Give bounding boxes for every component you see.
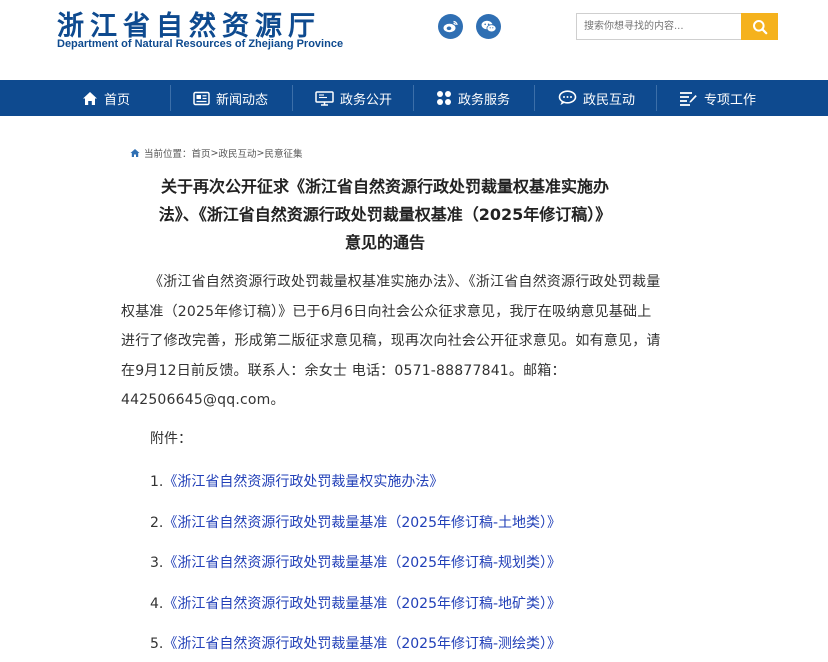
- search-icon: [752, 19, 767, 34]
- attachment-label: 附件：: [150, 431, 192, 447]
- nav-divider: [534, 85, 535, 111]
- attachment-number: 5.: [150, 636, 164, 652]
- nav-item-gov-affairs[interactable]: 政务公开: [315, 80, 392, 116]
- attachment-number: 2.: [150, 515, 164, 531]
- nav-item-label: 新闻动态: [216, 92, 269, 108]
- attachment-link[interactable]: 《浙江省自然资源行政处罚裁量基准（2025年修订稿-土地类）》: [163, 515, 561, 531]
- attachment-item: 4.《浙江省自然资源行政处罚裁量基准（2025年修订稿-地矿类）》: [150, 593, 561, 613]
- breadcrumb-link-opinion[interactable]: 民意征集: [264, 146, 302, 160]
- nav-divider: [656, 85, 657, 111]
- article-title-line: 法》、《浙江省自然资源行政处罚裁量权基准（2025年修订稿）》: [158, 205, 612, 224]
- article-title: 关于再次公开征求《浙江省自然资源行政处罚裁量权基准实施办 法》、《浙江省自然资源…: [110, 173, 660, 257]
- breadcrumb-link-interaction[interactable]: 政民互动: [219, 146, 257, 160]
- nav-divider: [170, 85, 171, 111]
- nav-item-label: 专项工作: [704, 92, 757, 108]
- search-input[interactable]: [576, 13, 742, 40]
- article-title-line: 关于再次公开征求《浙江省自然资源行政处罚裁量权基准实施办: [160, 177, 609, 196]
- nav-item-label: 首页: [104, 92, 131, 108]
- grid-icon: [436, 90, 452, 106]
- attachment-item: 2.《浙江省自然资源行政处罚裁量基准（2025年修订稿-土地类）》: [150, 512, 561, 532]
- nav-divider: [413, 85, 414, 111]
- attachment-link[interactable]: 《浙江省自然资源行政处罚裁量基准（2025年修订稿-地矿类）》: [163, 596, 561, 612]
- attachment-item: 5.《浙江省自然资源行政处罚裁量基准（2025年修订稿-测绘类）》: [150, 633, 561, 653]
- nav-item-news[interactable]: 新闻动态: [193, 80, 268, 116]
- nav-item-interaction[interactable]: 政民互动: [558, 80, 635, 116]
- nav-item-label: 政务服务: [458, 92, 511, 108]
- nav-item-special-work[interactable]: 专项工作: [679, 80, 756, 116]
- wechat-icon[interactable]: [476, 14, 501, 39]
- nav-divider: [292, 85, 293, 111]
- breadcrumb: 当前位置： 首页 > 政民互动 > 民意征集: [130, 146, 303, 160]
- attachment-item: 1.《浙江省自然资源行政处罚裁量权实施办法》: [150, 471, 443, 491]
- article-title-line: 意见的通告: [344, 233, 425, 252]
- site-header: 浙江省自然资源厅 Department of Natural Resources…: [0, 0, 828, 80]
- search-button[interactable]: [741, 13, 778, 40]
- attachment-number: 4.: [150, 596, 164, 612]
- list-icon: [679, 91, 698, 106]
- location-home-icon: [130, 148, 140, 158]
- article-body: 《浙江省自然资源行政处罚裁量权基准实施办法》、《浙江省自然资源行政处罚裁量权基准…: [121, 274, 661, 408]
- news-icon: [193, 91, 210, 106]
- site-logo-subtitle[interactable]: Department of Natural Resources of Zheji…: [57, 38, 343, 50]
- breadcrumb-separator: >: [210, 147, 219, 159]
- attachment-link[interactable]: 《浙江省自然资源行政处罚裁量基准（2025年修订稿-测绘类）》: [163, 636, 561, 652]
- main-nav: 首页 新闻动态 政务公开 政务服务 政民互动 专项工作: [0, 80, 828, 116]
- chat-icon: [558, 90, 577, 106]
- weibo-icon[interactable]: [438, 14, 463, 39]
- nav-item-label: 政民互动: [583, 92, 636, 108]
- attachment-link[interactable]: 《浙江省自然资源行政处罚裁量权实施办法》: [163, 474, 443, 490]
- attachment-number: 3.: [150, 555, 164, 571]
- breadcrumb-separator: >: [256, 147, 265, 159]
- home-icon: [82, 91, 98, 106]
- monitor-icon: [315, 90, 334, 106]
- attachment-item: 3.《浙江省自然资源行政处罚裁量基准（2025年修订稿-规划类）》: [150, 552, 561, 572]
- attachment-number: 1.: [150, 474, 164, 490]
- nav-item-label: 政务公开: [340, 92, 393, 108]
- attachment-link[interactable]: 《浙江省自然资源行政处罚裁量基准（2025年修订稿-规划类）》: [163, 555, 561, 571]
- nav-item-services[interactable]: 政务服务: [436, 80, 510, 116]
- breadcrumb-link-home[interactable]: 首页: [192, 146, 211, 160]
- breadcrumb-prefix: 当前位置：: [144, 149, 192, 160]
- nav-item-home[interactable]: 首页: [82, 80, 130, 116]
